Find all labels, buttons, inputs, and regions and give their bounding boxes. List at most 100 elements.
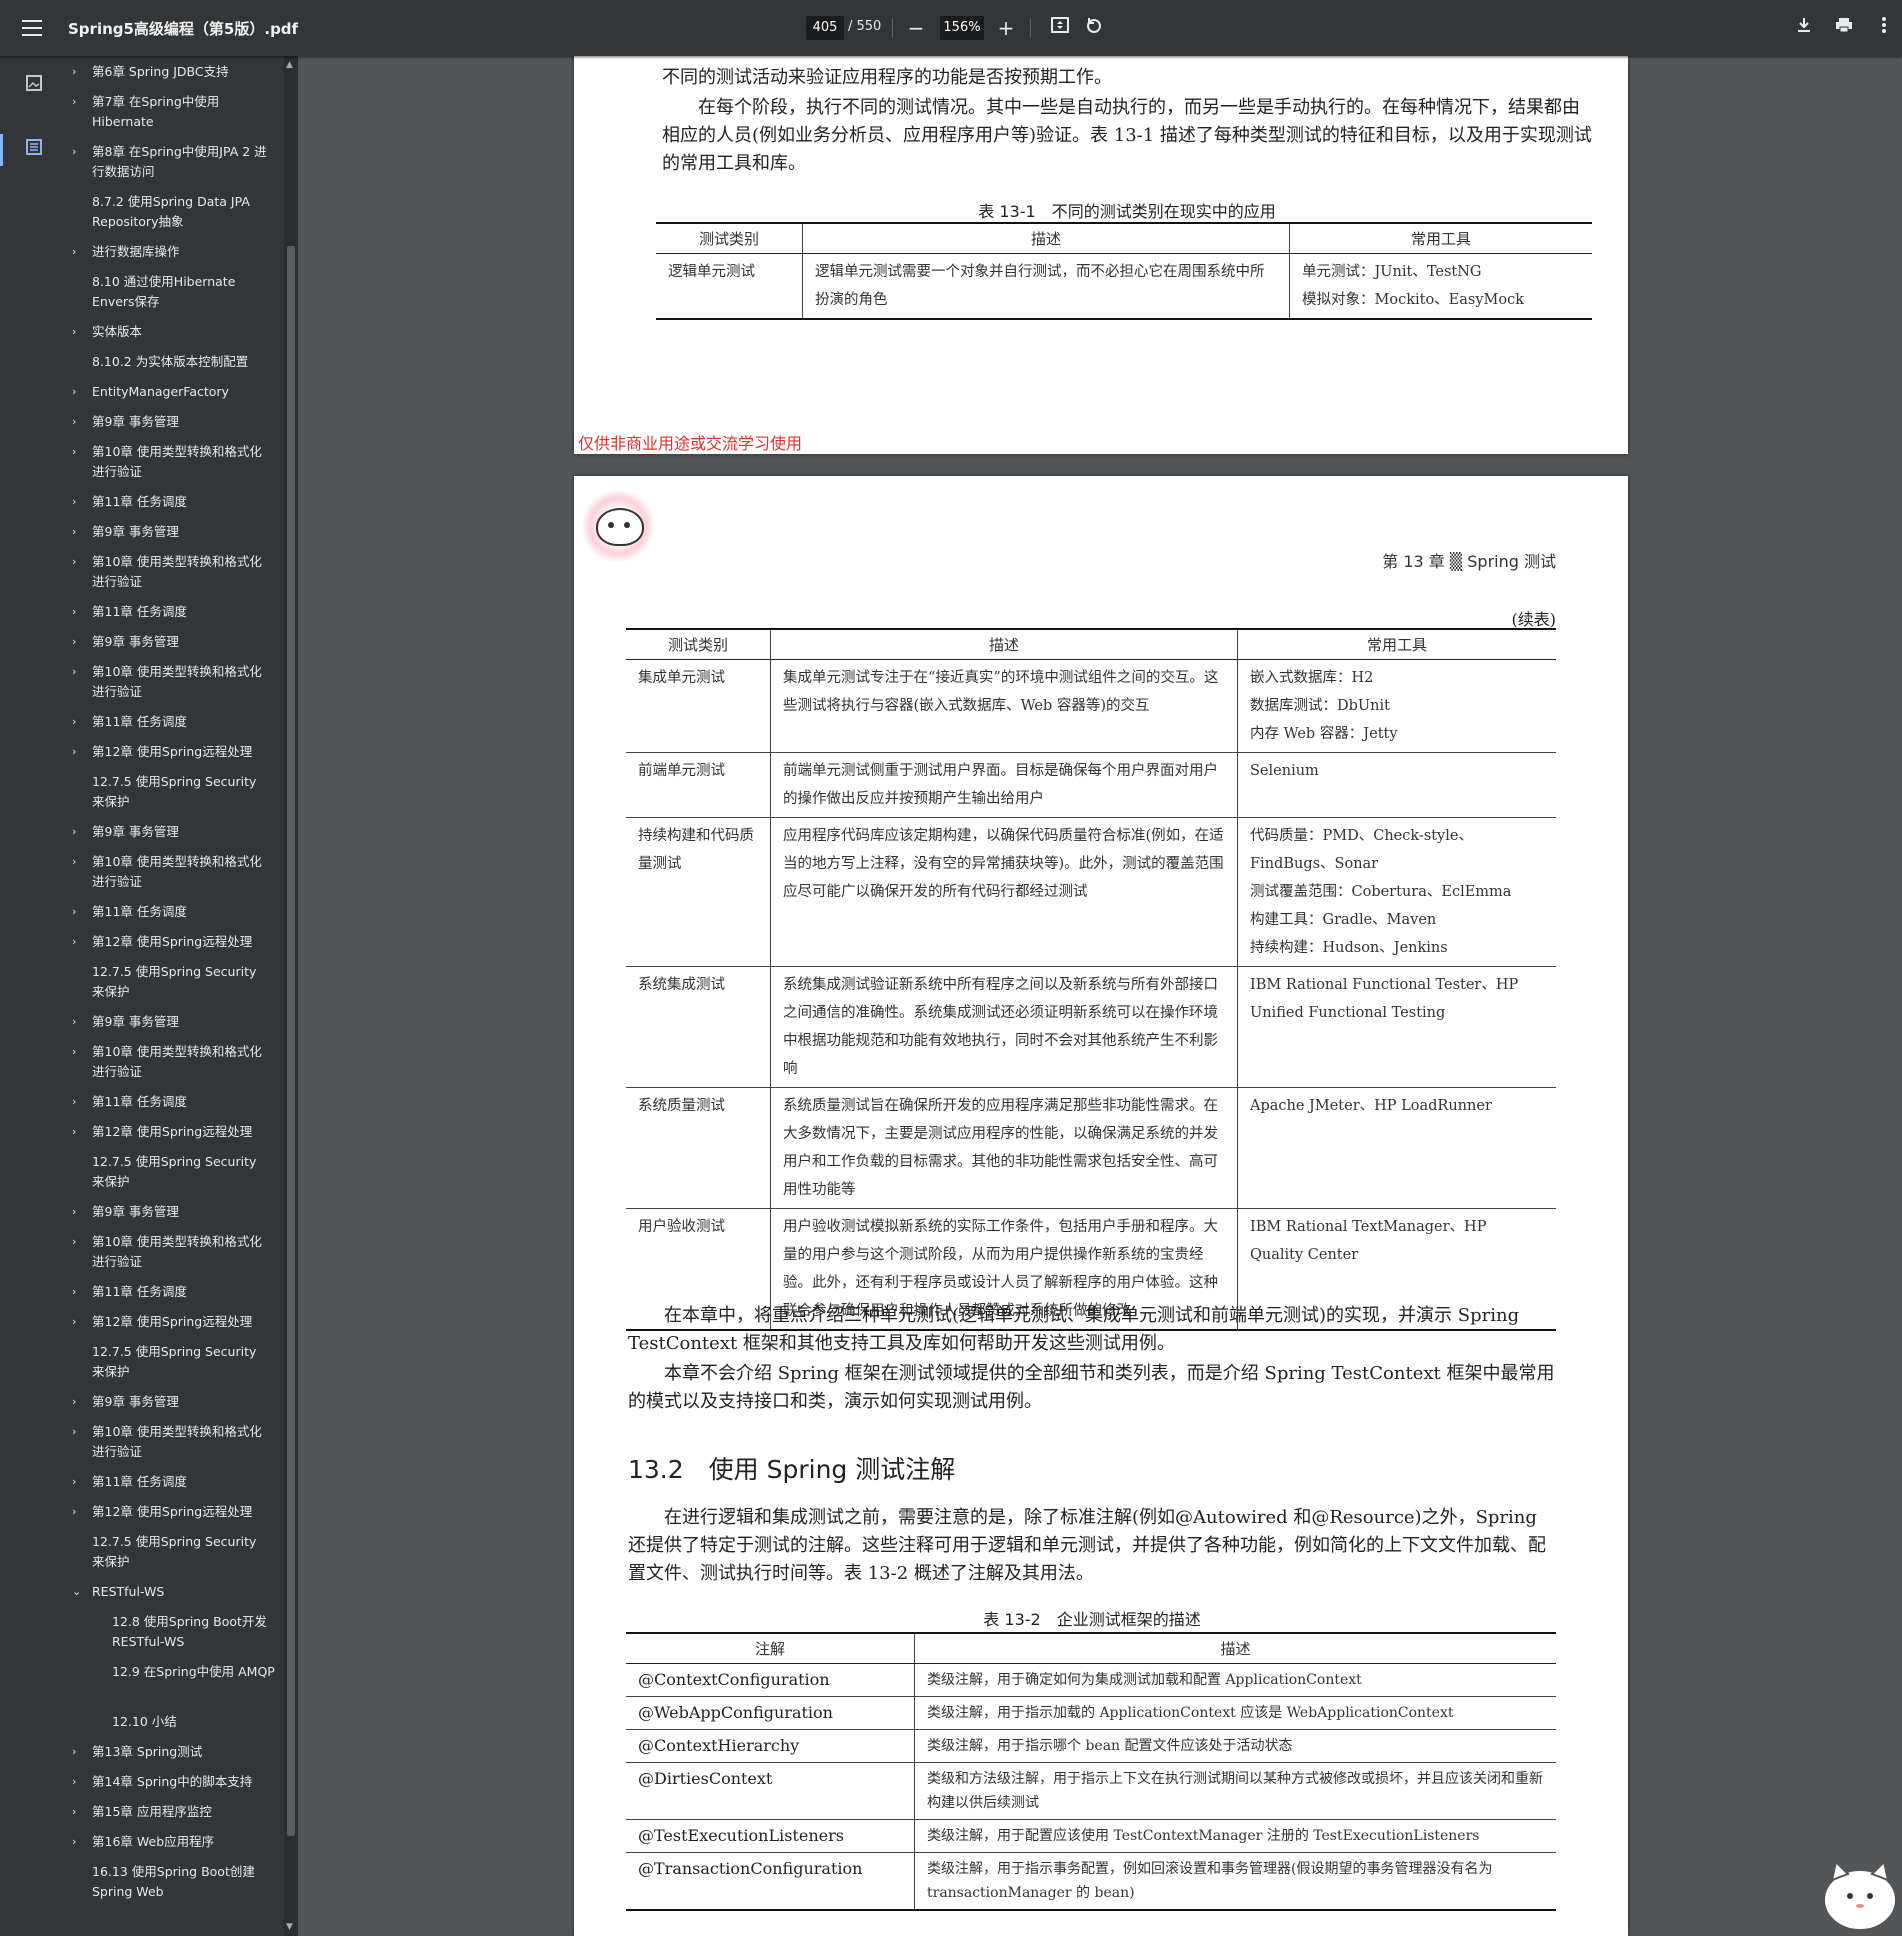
chevron-right-icon[interactable]: ›: [72, 712, 86, 732]
fit-page-icon[interactable]: [1046, 14, 1074, 42]
chevron-right-icon[interactable]: ›: [72, 1802, 86, 1822]
outline-item-label: 第10章 使用类型转换和格式化进行验证: [92, 1234, 262, 1269]
chevron-right-icon[interactable]: ›: [72, 1042, 86, 1062]
more-options-icon[interactable]: [1870, 14, 1898, 42]
column-header: 测试类别: [626, 629, 771, 660]
column-header: 常用工具: [1237, 629, 1556, 660]
column-header: 测试类别: [656, 223, 803, 254]
table-caption: 表 13-2 企业测试框架的描述: [983, 1610, 1201, 1629]
table-row: 系统集成测试 系统集成测试验证新系统中所有程序之间以及新系统与所有外部接口之间通信…: [626, 966, 1556, 1088]
chevron-right-icon[interactable]: ›: [72, 852, 86, 872]
chevron-right-icon[interactable]: ›: [72, 522, 86, 542]
scroll-up-icon[interactable]: ▲: [286, 60, 293, 70]
chevron-right-icon[interactable]: ›: [72, 412, 86, 432]
chevron-right-icon[interactable]: ›: [72, 92, 86, 112]
table-cell: 类级注解，用于指示加载的 ApplicationContext 应该是 WebA…: [914, 1696, 1556, 1730]
pdf-page: 不同的测试活动来验证应用程序的功能是否按预期工作。 在每个阶段，执行不同的测试情…: [574, 56, 1628, 454]
table-cell: 逻辑单元测试: [656, 253, 803, 320]
outline-item-label: 第7章 在Spring中使用 Hibernate: [92, 94, 220, 129]
outline-item-label: 第10章 使用类型转换和格式化进行验证: [92, 1424, 262, 1459]
chevron-right-icon[interactable]: ›: [72, 1472, 86, 1492]
outline-item-label: 12.7.5 使用Spring Security来保护: [92, 1154, 257, 1189]
chevron-right-icon[interactable]: ›: [72, 822, 86, 842]
chevron-right-icon[interactable]: ›: [72, 1742, 86, 1762]
print-icon[interactable]: [1830, 14, 1858, 42]
table-row: 集成单元测试 集成单元测试专注于在“接近真实”的环境中测试组件之间的交互。这些测试…: [626, 659, 1556, 753]
outline-item-label: 第12章 使用Spring远程处理: [92, 1124, 253, 1139]
chevron-right-icon[interactable]: ›: [72, 1392, 86, 1412]
outline-item-label: 第9章 事务管理: [92, 1014, 179, 1029]
chevron-right-icon[interactable]: ›: [72, 602, 86, 622]
download-icon[interactable]: [1790, 14, 1818, 42]
chevron-right-icon[interactable]: ›: [72, 382, 86, 402]
menu-icon[interactable]: [18, 14, 46, 42]
outline-scrollbar[interactable]: ▲ ▼: [284, 56, 298, 1936]
chevron-right-icon[interactable]: ›: [72, 62, 86, 82]
chevron-right-icon[interactable]: ›: [72, 1122, 86, 1142]
table-row: @WebAppConfiguration 类级注解，用于指示加载的 Applica…: [626, 1696, 1556, 1730]
chevron-right-icon[interactable]: ›: [72, 552, 86, 572]
chevron-right-icon[interactable]: ›: [72, 142, 86, 162]
continued-label: (续表): [1511, 610, 1557, 629]
toolbar-divider: [1030, 18, 1031, 38]
zoom-in-button[interactable]: +: [992, 14, 1020, 42]
chevron-right-icon[interactable]: ›: [72, 242, 86, 262]
outline-item-label: EntityManagerFactory: [92, 384, 229, 399]
table-row: 前端单元测试 前端单元测试侧重于测试用户界面。目标是确保每个用户界面对用户的操作做…: [626, 752, 1556, 818]
outline-item-label: 8.10.2 为实体版本控制配置: [92, 354, 249, 369]
zoom-level-input[interactable]: 156%: [940, 16, 984, 40]
outline-item-label: 第11章 任务调度: [92, 904, 187, 919]
outline-item-label: 第9章 事务管理: [92, 1394, 179, 1409]
document-outline: › 第6章 Spring JDBC支持 › 第7章 在Spring中使用 Hibern…: [68, 56, 284, 1936]
outline-item-label: 第12章 使用Spring远程处理: [92, 1314, 253, 1329]
table-cell: 系统质量测试旨在确保所开发的应用程序满足那些非功能性需求。在大多数情况下，主要是…: [770, 1087, 1238, 1209]
chevron-right-icon[interactable]: ›: [72, 1832, 86, 1852]
outline-item-label: 第13章 Spring测试: [92, 1744, 203, 1759]
table-caption: 表 13-1 不同的测试类别在现实中的应用: [978, 202, 1276, 221]
table-cell: 类级注解，用于指示哪个 bean 配置文件应该处于活动状态: [914, 1729, 1556, 1763]
paragraph: 在每个阶段，执行不同的测试情况。其中一些是自动执行的，而另一些是手动执行的。在每…: [662, 97, 1592, 174]
outline-item-label: 第11章 任务调度: [92, 604, 187, 619]
paragraph: 在本章中，将重点介绍三种单元测试(逻辑单元测试、集成单元测试和前端单元测试)的实…: [628, 1305, 1520, 1354]
watermark-text: 仅供非商业用途或交流学习使用: [578, 434, 803, 453]
chevron-right-icon[interactable]: ›: [72, 1282, 86, 1302]
rotate-icon[interactable]: [1080, 14, 1108, 42]
chevron-right-icon[interactable]: ›: [72, 1422, 86, 1442]
thumbnail-icon[interactable]: [22, 74, 46, 98]
chevron-right-icon[interactable]: ›: [72, 1012, 86, 1032]
zoom-out-button[interactable]: −: [902, 14, 930, 42]
chevron-right-icon[interactable]: ›: [72, 632, 86, 652]
chevron-down-icon[interactable]: ⌄: [72, 1582, 86, 1602]
scroll-down-icon[interactable]: ▼: [286, 1922, 293, 1932]
page-total: / 550: [848, 19, 882, 34]
chevron-right-icon[interactable]: ›: [72, 932, 86, 952]
column-header: 描述: [914, 1633, 1556, 1664]
chevron-right-icon[interactable]: ›: [72, 1202, 86, 1222]
chevron-right-icon[interactable]: ›: [72, 442, 86, 462]
outline-item-label: 第9章 事务管理: [92, 524, 179, 539]
outline-item-label: 12.7.5 使用Spring Security来保护: [92, 964, 257, 999]
outline-item-label: 第9章 事务管理: [92, 1204, 179, 1219]
scrollbar-thumb[interactable]: [287, 246, 295, 1836]
chevron-right-icon[interactable]: ›: [72, 1232, 86, 1252]
chevron-right-icon[interactable]: ›: [72, 492, 86, 512]
page-number-input[interactable]: 405: [806, 16, 844, 40]
outline-item-label: 第11章 任务调度: [92, 714, 187, 729]
outline-item-label: 第9章 事务管理: [92, 414, 179, 429]
column-header: 注解: [626, 1633, 915, 1664]
table-cell: @WebAppConfiguration: [626, 1696, 915, 1730]
chevron-right-icon[interactable]: ›: [72, 902, 86, 922]
outline-icon[interactable]: [22, 138, 46, 162]
chevron-right-icon[interactable]: ›: [72, 1092, 86, 1112]
outline-item-label: 第10章 使用类型转换和格式化进行验证: [92, 664, 262, 699]
chevron-right-icon[interactable]: ›: [72, 322, 86, 342]
outline-item-label: 第10章 使用类型转换和格式化进行验证: [92, 1044, 262, 1079]
table-row: 逻辑单元测试 逻辑单元测试需要一个对象并自行测试，而不必担心它在周围系统中所扮演的…: [656, 253, 1592, 320]
chevron-right-icon[interactable]: ›: [72, 662, 86, 682]
chevron-right-icon[interactable]: ›: [72, 1772, 86, 1792]
outline-item-label: 第12章 使用Spring远程处理: [92, 1504, 253, 1519]
table-cell: 类级注解，用于配置应该使用 TestContextManager 注册的 Tes…: [914, 1819, 1556, 1853]
chevron-right-icon[interactable]: ›: [72, 742, 86, 762]
chevron-right-icon[interactable]: ›: [72, 1502, 86, 1522]
chevron-right-icon[interactable]: ›: [72, 1312, 86, 1332]
